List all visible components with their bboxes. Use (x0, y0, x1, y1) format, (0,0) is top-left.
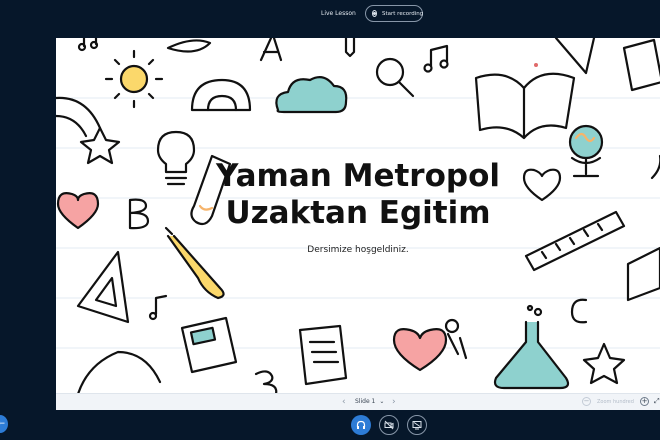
start-recording-label: Start recording (382, 10, 424, 17)
fit-to-width-icon[interactable]: ⤢ (654, 397, 660, 406)
screen-share-button[interactable] (407, 415, 427, 435)
chevron-down-icon: ⌄ (379, 398, 385, 405)
slide-subtitle: Dersimize hoşgeldiniz. (307, 245, 409, 255)
slide-toolbar: ‹ Slide 1 ⌄ › − Zoom hundred + ⤢ (56, 393, 660, 410)
record-icon (372, 10, 377, 17)
zoom-in-button[interactable]: + (640, 397, 649, 406)
top-bar: Live Lesson Start recording (0, 0, 660, 30)
next-slide-button[interactable]: › (392, 397, 396, 407)
presentation-slide: Yaman Metropol Uzaktan Egitim Dersimize … (56, 38, 660, 410)
bottom-control-bar (0, 410, 660, 440)
slide-title-line-2: Uzaktan Egitim (225, 195, 491, 231)
previous-slide-button[interactable]: ‹ (342, 397, 346, 407)
camera-button[interactable] (379, 415, 399, 435)
headphones-icon (356, 420, 366, 429)
slide-title: Yaman Metropol Uzaktan Egitim (56, 158, 660, 232)
slide-title-line-1: Yaman Metropol (216, 158, 500, 194)
zoom-out-button[interactable]: − (582, 397, 591, 406)
screen-share-off-icon (412, 421, 422, 430)
start-recording-button[interactable]: Start recording (365, 5, 423, 22)
slide-select-dropdown[interactable]: Slide 1 ⌄ (355, 398, 384, 405)
meeting-title: Live Lesson (321, 10, 356, 17)
video-camera-off-icon (384, 420, 394, 430)
audio-button[interactable] (351, 415, 371, 435)
zoom-level-label: Zoom hundred (597, 399, 634, 405)
current-slide-label: Slide 1 (355, 398, 376, 405)
